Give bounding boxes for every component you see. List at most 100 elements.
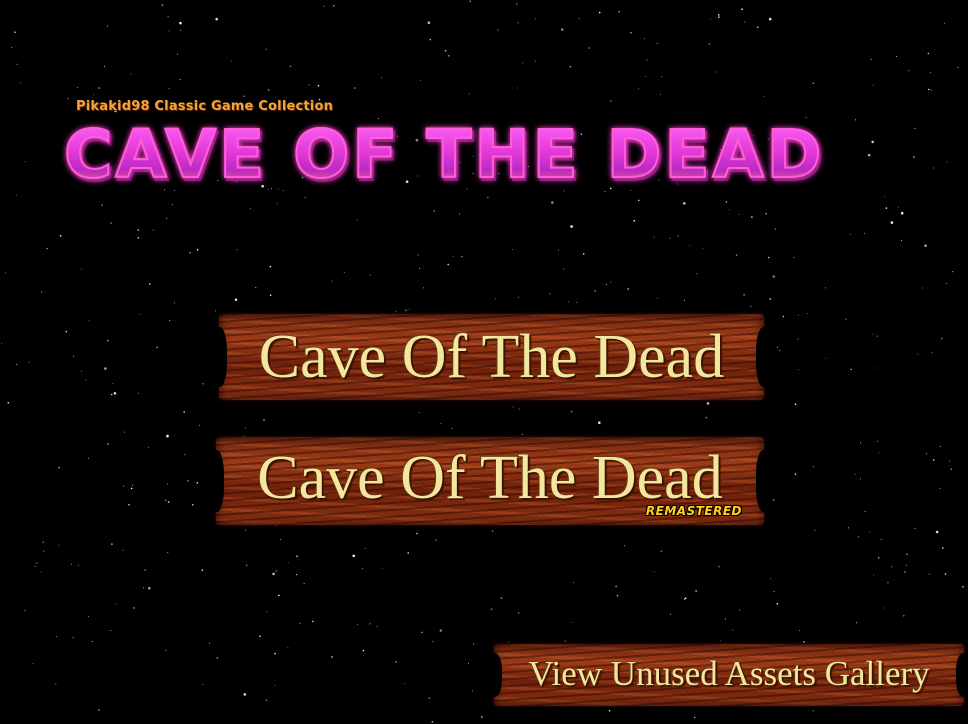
star	[793, 256, 795, 258]
star	[356, 219, 358, 221]
star	[137, 229, 140, 231]
star	[202, 383, 204, 385]
star	[887, 581, 889, 584]
star	[572, 622, 574, 623]
unused-assets-gallery-button[interactable]: View Unused Assets Gallery	[484, 644, 968, 706]
star	[763, 95, 765, 97]
star	[435, 539, 438, 541]
star	[891, 566, 893, 568]
star	[738, 213, 740, 215]
star	[323, 5, 325, 7]
star	[429, 38, 432, 41]
star	[107, 339, 109, 342]
star	[88, 320, 90, 322]
star	[638, 88, 639, 90]
star	[216, 657, 219, 659]
star	[16, 63, 18, 65]
star	[40, 571, 42, 573]
star	[725, 201, 728, 203]
star	[444, 49, 447, 52]
star	[942, 547, 944, 549]
star	[447, 263, 450, 266]
star	[167, 501, 170, 503]
star	[196, 482, 199, 484]
unused-assets-gallery-label: View Unused Assets Gallery	[528, 654, 930, 693]
star	[598, 421, 601, 425]
star	[773, 591, 775, 593]
star	[656, 297, 658, 299]
star	[518, 408, 520, 410]
star	[522, 62, 524, 64]
star	[274, 652, 276, 655]
star	[376, 626, 378, 628]
star	[139, 313, 141, 315]
star	[594, 290, 596, 292]
star	[152, 229, 154, 231]
star	[517, 87, 519, 89]
star	[743, 294, 745, 296]
star	[85, 379, 87, 381]
star	[110, 630, 112, 631]
star	[275, 570, 278, 572]
star	[927, 52, 930, 55]
star	[230, 60, 232, 62]
star	[765, 212, 767, 215]
star	[255, 287, 257, 289]
star	[431, 721, 434, 723]
star	[98, 87, 100, 89]
star	[511, 249, 513, 250]
star	[287, 647, 289, 649]
play-remastered-button[interactable]: Cave Of The Dead REMASTERED	[206, 437, 774, 525]
star	[798, 369, 799, 371]
star	[112, 383, 114, 385]
star	[872, 84, 874, 86]
star	[708, 43, 711, 45]
star	[873, 367, 875, 369]
star	[497, 29, 499, 31]
star	[876, 440, 878, 442]
star	[732, 629, 734, 631]
star	[487, 196, 489, 199]
star	[518, 296, 520, 298]
star	[209, 642, 211, 644]
star	[517, 612, 520, 614]
star	[716, 71, 718, 73]
star	[576, 301, 578, 303]
star	[772, 275, 776, 278]
play-original-button[interactable]: Cave Of The Dead	[209, 314, 774, 400]
star	[933, 459, 935, 461]
star	[133, 607, 135, 609]
star	[420, 79, 422, 81]
star	[616, 594, 619, 597]
star	[656, 43, 658, 44]
star	[677, 235, 679, 237]
star	[508, 641, 510, 643]
star	[266, 611, 268, 613]
star	[110, 393, 113, 396]
star	[471, 690, 473, 692]
star	[148, 447, 149, 449]
star	[245, 427, 247, 429]
star	[884, 196, 886, 198]
star	[512, 406, 514, 408]
title-screen: Pikakid98 Classic Game Collection CAVE O…	[0, 0, 968, 724]
star	[570, 410, 573, 413]
star	[706, 402, 710, 405]
star	[644, 38, 645, 39]
star	[269, 265, 272, 268]
star	[516, 3, 518, 5]
star	[877, 557, 880, 559]
star	[952, 271, 954, 273]
play-original-label: Cave Of The Dead	[258, 323, 725, 391]
star	[362, 568, 363, 570]
star	[696, 273, 698, 275]
star	[196, 249, 199, 251]
star	[859, 478, 861, 480]
star	[308, 84, 310, 86]
star	[192, 504, 194, 506]
star	[633, 219, 635, 222]
star	[744, 21, 746, 23]
star	[276, 202, 278, 204]
star	[199, 424, 201, 426]
star	[917, 353, 919, 355]
